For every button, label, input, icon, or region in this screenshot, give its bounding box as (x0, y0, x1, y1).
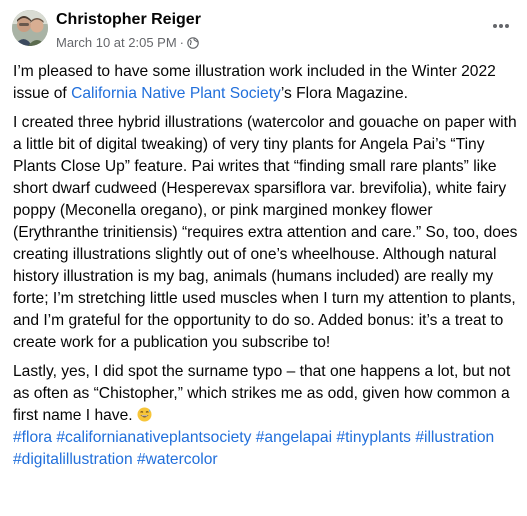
hashtag-link[interactable]: #californianativeplantsociety (56, 429, 251, 446)
post-paragraph-2: I created three hybrid illustrations (wa… (13, 114, 518, 351)
grinning-sweat-emoji-icon (137, 407, 152, 422)
post-header: Christopher Reiger March 10 at 2:05 PM · (12, 10, 515, 54)
cnps-link[interactable]: California Native Plant Society (71, 85, 281, 102)
author-name[interactable]: Christopher Reiger (56, 11, 201, 29)
globe-icon[interactable] (187, 36, 199, 49)
author-avatar[interactable] (12, 10, 48, 46)
paragraph-1-text-end: ’s Flora Magazine. (280, 85, 408, 102)
hashtags: #flora #californianativeplantsociety #an… (13, 429, 494, 468)
post-timestamp[interactable]: March 10 at 2:05 PM (56, 35, 177, 50)
post-paragraph-1: I’m pleased to have some illustration wo… (13, 61, 519, 105)
paragraph-3-text: Lastly, yes, I did spot the surname typo… (13, 363, 511, 424)
meta-separator: · (179, 35, 185, 50)
hashtag-link[interactable]: #digitalillustration (13, 451, 133, 468)
hashtag-link[interactable]: #watercolor (137, 451, 218, 468)
hashtag-link[interactable]: #illustration (415, 429, 494, 446)
facebook-post: Christopher Reiger March 10 at 2:05 PM ·… (0, 0, 527, 516)
post-body: I’m pleased to have some illustration wo… (13, 61, 519, 471)
more-options-icon[interactable] (489, 16, 513, 36)
avatar-photo (12, 10, 48, 46)
hashtag-link[interactable]: #angelapai (256, 429, 332, 446)
post-paragraph-3: Lastly, yes, I did spot the surname typo… (13, 361, 519, 471)
post-meta: March 10 at 2:05 PM · (56, 35, 199, 50)
hashtag-link[interactable]: #tinyplants (336, 429, 411, 446)
hashtag-link[interactable]: #flora (13, 429, 52, 446)
